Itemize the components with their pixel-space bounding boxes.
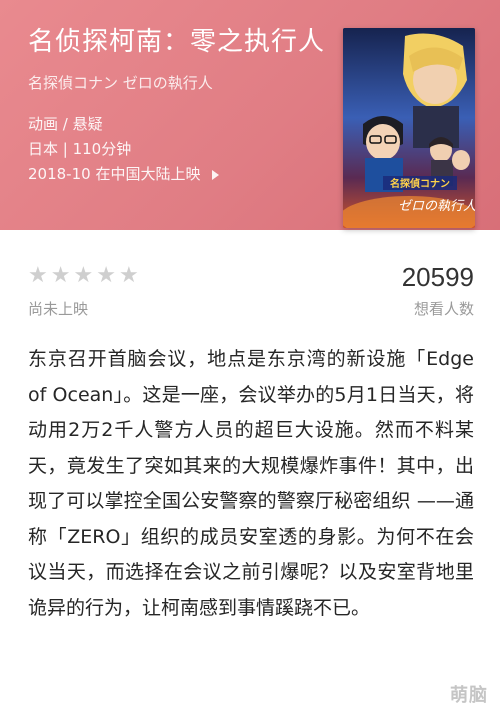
movie-title: 名侦探柯南：零之执行人 xyxy=(28,27,326,57)
original-title: 名探偵コナン ゼロの執行人 xyxy=(28,74,213,92)
chevron-right-icon xyxy=(212,169,220,180)
want-count: 20599 xyxy=(401,262,474,292)
synopsis: 东京召开首脑会议，地点是东京湾的新设施「Edge of Ocean」。这是一座，… xyxy=(28,348,474,619)
star-icon: ★ xyxy=(96,263,116,288)
star-icon: ★ xyxy=(50,263,71,288)
movie-meta: 动画 / 悬疑 日本 | 110分钟 2018-10 在中国大陆上映 xyxy=(28,112,328,187)
poster-logo: 名探偵コナン xyxy=(390,177,450,190)
movie-poster[interactable]: 名探偵コナン ゼロの執行人 xyxy=(343,28,475,228)
release-info-link[interactable]: 2018-10 在中国大陆上映 xyxy=(28,162,328,187)
poster-subtitle: ゼロの執行人 xyxy=(398,199,475,214)
star-icon: ★ xyxy=(73,263,94,288)
want-label: 想看人数 xyxy=(413,300,474,318)
star-icon: ★ xyxy=(28,263,48,288)
movie-info: 名侦探柯南：零之执行人 名探偵コナン ゼロの執行人 动画 / 悬疑 日本 | 1… xyxy=(28,22,328,187)
rating-section: ★ ★ ★ ★ ★ 尚未上映 20599 想看人数 xyxy=(28,262,474,322)
watermark-logo: 萌脑 xyxy=(450,685,488,706)
release-status: 尚未上映 xyxy=(28,300,89,318)
genres: 动画 / 悬疑 xyxy=(28,115,103,133)
star-rating: ★ ★ ★ ★ ★ xyxy=(28,264,139,288)
movie-header: 名侦探柯南：零之执行人 名探偵コナン ゼロの執行人 动画 / 悬疑 日本 | 1… xyxy=(0,0,500,230)
star-icon: ★ xyxy=(118,263,139,288)
country-duration: 日本 | 110分钟 xyxy=(28,140,132,158)
release-date: 2018-10 在中国大陆上映 xyxy=(28,165,201,183)
